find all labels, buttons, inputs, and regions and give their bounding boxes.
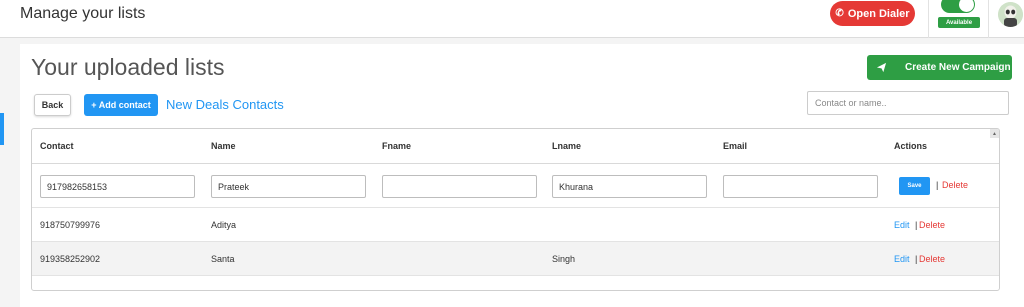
fname-field[interactable] bbox=[382, 175, 537, 198]
contact-cell: 919358252902 bbox=[40, 254, 101, 264]
delete-link[interactable]: Delete bbox=[919, 220, 945, 230]
column-header-lname: Lname bbox=[552, 141, 582, 151]
create-campaign-button[interactable]: Create New Campaign bbox=[867, 55, 1012, 80]
open-dialer-button[interactable]: ✆ Open Dialer bbox=[830, 1, 915, 26]
table-row-editing: Save | Delete bbox=[32, 164, 999, 208]
name-cell: Santa bbox=[211, 254, 235, 264]
action-separator: | bbox=[915, 254, 918, 264]
top-bar: Manage your lists ✆ Open Dialer Availabl… bbox=[0, 0, 1024, 38]
delete-link[interactable]: Delete bbox=[942, 180, 968, 190]
toggle-knob bbox=[959, 0, 974, 12]
email-field[interactable] bbox=[723, 175, 878, 198]
table-row: 918750799976 Aditya Edit | Delete bbox=[32, 208, 999, 242]
page-title: Manage your lists bbox=[20, 5, 146, 22]
table-header: Contact Name Fname Lname Email Actions bbox=[32, 129, 999, 164]
column-header-email: Email bbox=[723, 141, 748, 151]
delete-link[interactable]: Delete bbox=[919, 254, 945, 264]
create-campaign-label: Create New Campaign bbox=[905, 62, 1011, 73]
list-name: New Deals Contacts bbox=[166, 97, 284, 112]
panel-title: Your uploaded lists bbox=[31, 54, 225, 80]
availability-toggle[interactable] bbox=[941, 0, 975, 13]
column-header-actions: Actions bbox=[894, 141, 928, 151]
send-icon bbox=[876, 62, 887, 73]
action-separator: | bbox=[915, 220, 918, 230]
column-header-fname: Fname bbox=[382, 141, 412, 151]
contact-field[interactable] bbox=[40, 175, 195, 198]
contacts-table: ▲ Contact Name Fname Lname Email Actions… bbox=[31, 128, 1000, 291]
lname-cell: Singh bbox=[552, 254, 576, 264]
add-contact-button[interactable]: + Add contact bbox=[84, 94, 158, 116]
column-header-name: Name bbox=[211, 141, 236, 151]
table-row: 919358252902 Santa Singh Edit | Delete bbox=[32, 242, 999, 276]
save-button[interactable]: Save bbox=[899, 177, 930, 195]
name-field[interactable] bbox=[211, 175, 366, 198]
availability-status: Available bbox=[928, 0, 989, 38]
column-header-contact: Contact bbox=[40, 141, 74, 151]
edit-link[interactable]: Edit bbox=[894, 254, 910, 264]
sidebar-active-indicator bbox=[0, 113, 4, 145]
action-separator: | bbox=[936, 180, 939, 190]
search-input[interactable] bbox=[807, 91, 1009, 115]
back-button[interactable]: Back bbox=[34, 94, 71, 116]
open-dialer-label: Open Dialer bbox=[847, 7, 910, 20]
name-cell: Aditya bbox=[211, 220, 237, 230]
avatar-icon bbox=[998, 2, 1023, 27]
contact-cell: 918750799976 bbox=[40, 220, 101, 230]
phone-icon: ✆ bbox=[835, 8, 844, 19]
lists-panel: Your uploaded lists Create New Campaign … bbox=[20, 44, 1024, 307]
edit-link[interactable]: Edit bbox=[894, 220, 910, 230]
lname-field[interactable] bbox=[552, 175, 707, 198]
avatar[interactable] bbox=[998, 2, 1023, 27]
status-badge: Available bbox=[938, 17, 980, 28]
